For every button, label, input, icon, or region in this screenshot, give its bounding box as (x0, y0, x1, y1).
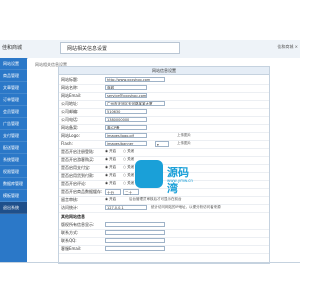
site-name-input[interactable]: 商城 (105, 85, 147, 90)
copyright-label: 版权所有信息显示: (61, 222, 95, 227)
cod-label: 是否启用货到付款: (61, 173, 95, 178)
site-logo-label: 网站Logo: (61, 133, 80, 138)
panel-title: 网站信息设置 (59, 67, 269, 75)
cod-on-radio[interactable]: ◉ 开启 (105, 173, 116, 178)
flash-input[interactable]: images/banner (105, 141, 147, 146)
sidebar-item-database[interactable]: 数据库管理 (0, 178, 27, 190)
upload-flash-link[interactable]: 上传图片 (177, 141, 191, 146)
upload-logo-link[interactable]: 上传图片 (177, 133, 191, 138)
alipay-label: 是否启用支付宝: (61, 165, 91, 170)
sidebar-item-articles[interactable]: 文章管理 (0, 82, 27, 94)
sidebar-item-payment[interactable]: 支付管理 (0, 130, 27, 142)
bottom-divider (0, 262, 300, 263)
registration-on-radio[interactable]: ◉ 开启 (105, 149, 116, 154)
site-email-label: 网站Email: (61, 93, 82, 98)
row-stats: 访问统计: 127.0.0.1 统计访问网站的IP地址，以便分析访问者来源 (59, 204, 269, 213)
section-title-other: 其他网站信息 (61, 214, 85, 219)
sidebar-item-shipping[interactable]: 配送管理 (0, 142, 27, 154)
company-zip-input[interactable]: 510630 (105, 109, 147, 114)
cod-off-radio[interactable]: ○ 关闭 (123, 173, 134, 178)
registration-on-text: 开启 (109, 149, 117, 153)
guest-buy-on-radio[interactable]: ◉ 开启 (105, 157, 116, 162)
tab-site-settings[interactable]: 网站相关信息设置 (60, 42, 180, 54)
contact-label: 联系方式: (61, 230, 79, 235)
cache-label: 是否开启商品数据缓存: (61, 189, 103, 194)
sidebar-item-templates[interactable]: 模板管理 (0, 190, 27, 202)
flash-label: Flash: (61, 141, 73, 146)
sidebar: 网站设置 商品管理 文章管理 订单管理 会员管理 广告管理 支付管理 配送管理 … (0, 58, 27, 262)
site-url-label: 网站标题: (61, 77, 79, 82)
alipay-off-text: 关闭 (127, 165, 135, 169)
company-phone-label: 公司电话: (61, 117, 79, 122)
qq-label: 联系QQ: (61, 238, 77, 243)
alipay-off-radio[interactable]: ○ 关闭 (123, 165, 134, 170)
registration-off-text: 关闭 (127, 149, 135, 153)
comment-off-radio[interactable]: ○ 关闭 (123, 181, 134, 186)
stats-note: 统计访问网站的IP地址，以便分析访问者来源 (151, 205, 221, 209)
guest-buy-off-text: 关闭 (127, 157, 135, 161)
site-logo-input[interactable]: images/logo.gif (105, 133, 147, 138)
site-icp-input[interactable]: 粤ICP备 (105, 125, 147, 130)
cache-select-1[interactable]: 十分 (105, 189, 121, 195)
registration-off-radio[interactable]: ○ 关闭 (123, 149, 134, 154)
watermark: 源码湾 www.ymw.cn (135, 160, 199, 195)
guestbook-label: 留言审核: (61, 197, 79, 202)
guestbook-on-radio[interactable]: ◉ 开启 (105, 197, 116, 202)
guest-buy-label: 是否开启游客购买: (61, 157, 95, 162)
watermark-subtext: www.ymw.cn (167, 178, 193, 183)
watermark-logo-icon (135, 160, 163, 188)
site-name-label: 网站名称: (61, 85, 79, 90)
comment-on-text: 开启 (109, 181, 117, 185)
sidebar-item-site-settings[interactable]: 网站设置 (0, 58, 27, 70)
company-address-label: 公司地址: (61, 101, 79, 106)
sidebar-item-logout[interactable]: 退出系统 (0, 202, 27, 214)
service-email-label: 客服Email: (61, 246, 82, 251)
sidebar-item-orders[interactable]: 订单管理 (0, 94, 27, 106)
guestbook-on-text: 开启 (109, 197, 117, 201)
row-service-email: 客服Email: (59, 245, 269, 254)
sidebar-item-members[interactable]: 会员管理 (0, 106, 27, 118)
site-email-input[interactable]: service@xxxshop.com (105, 93, 147, 98)
site-url-input[interactable]: http://www.xxxshop.com (105, 77, 165, 82)
stats-label: 访问统计: (61, 205, 79, 210)
copyright-input[interactable] (105, 222, 165, 227)
sidebar-item-system[interactable]: 系统管理 (0, 154, 27, 166)
alipay-on-text: 开启 (109, 165, 117, 169)
sidebar-item-products[interactable]: 商品管理 (0, 70, 27, 82)
window-right-label[interactable]: 佳和商城 × (277, 44, 298, 50)
guest-buy-off-radio[interactable]: ○ 关闭 (123, 157, 134, 162)
service-email-input[interactable] (105, 246, 165, 251)
comment-on-radio[interactable]: ◉ 开启 (105, 181, 116, 186)
sidebar-item-permissions[interactable]: 权限管理 (0, 166, 27, 178)
registration-label: 是否开启注册登陆: (61, 149, 95, 154)
cod-on-text: 开启 (109, 173, 117, 177)
window-top-bar: 佳和商城 网站相关信息设置 佳和商城 × (0, 40, 300, 59)
cod-off-text: 关闭 (127, 173, 135, 177)
qq-input[interactable] (105, 238, 165, 243)
company-zip-label: 公司邮编: (61, 109, 79, 114)
comment-off-text: 关闭 (127, 181, 135, 185)
guest-buy-on-text: 开启 (109, 157, 117, 161)
guestbook-note: 后台管理员审核后才可显示在前台 (129, 197, 182, 201)
company-phone-input[interactable]: 1380000000 (105, 117, 147, 122)
alipay-on-radio[interactable]: ◉ 开启 (105, 165, 116, 170)
contact-input[interactable] (105, 230, 165, 235)
app-title: 佳和商城 (2, 45, 23, 51)
company-address-input[interactable]: 广州市天河区天河路某某大厦 (105, 101, 165, 106)
cache-select-2[interactable]: 二十 (123, 189, 139, 195)
comment-label: 是否开启评论: (61, 181, 87, 186)
flash-select[interactable]: ▾ (155, 141, 169, 147)
sidebar-item-ads[interactable]: 广告管理 (0, 118, 27, 130)
site-icp-label: 网站备案: (61, 125, 79, 130)
stats-input[interactable]: 127.0.0.1 (105, 205, 147, 210)
